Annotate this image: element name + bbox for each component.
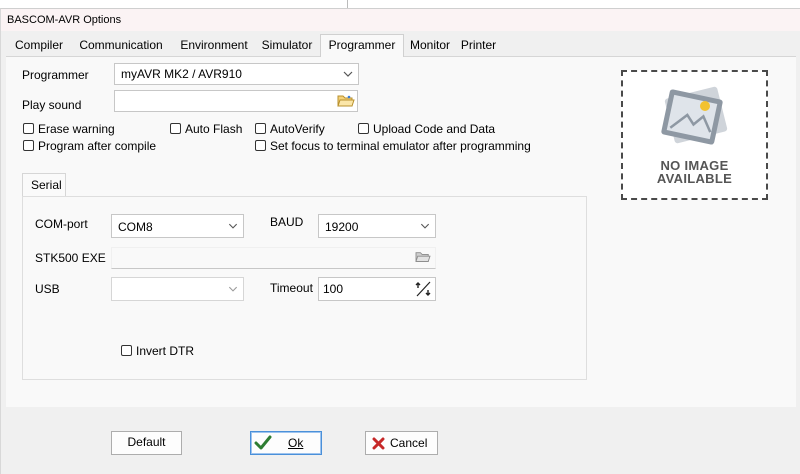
- erase-warning-label: Erase warning: [38, 122, 115, 136]
- com-port-value: COM8: [118, 220, 153, 234]
- no-image-line2: AVAILABLE: [656, 171, 733, 186]
- programmer-select-value: myAVR MK2 / AVR910: [121, 67, 242, 81]
- baud-label: BAUD: [270, 215, 304, 229]
- play-sound-label: Play sound: [22, 98, 82, 112]
- timeout-value: 100: [323, 282, 344, 296]
- usb-select[interactable]: [111, 277, 244, 301]
- browse-folder-button[interactable]: [337, 93, 355, 109]
- com-port-select[interactable]: COM8: [111, 214, 244, 238]
- checkbox-box: [358, 123, 369, 134]
- chevron-down-icon: [228, 223, 238, 229]
- checkbox-box: [255, 123, 266, 134]
- checkbox-box: [121, 345, 132, 356]
- upload-code-label: Upload Code and Data: [373, 122, 496, 136]
- folder-open-icon: [415, 252, 431, 262]
- spin-arrows-icon: [415, 281, 431, 297]
- tab-communication[interactable]: Communication: [71, 36, 171, 56]
- tab-compiler[interactable]: Compiler: [9, 36, 69, 56]
- tab-monitor[interactable]: Monitor: [404, 36, 456, 56]
- auto-verify-label: AutoVerify: [270, 122, 325, 136]
- programmer-select[interactable]: myAVR MK2 / AVR910: [114, 63, 359, 85]
- com-port-label: COM-port: [35, 217, 88, 231]
- default-button[interactable]: Default: [111, 431, 182, 455]
- background-divider: [347, 0, 348, 8]
- cancel-button[interactable]: Cancel: [365, 431, 438, 455]
- programmer-label: Programmer: [22, 68, 89, 82]
- invert-dtr-label: Invert DTR: [136, 344, 195, 358]
- default-button-label: Default: [127, 435, 166, 449]
- tab-environment[interactable]: Environment: [172, 36, 256, 56]
- timeout-label: Timeout: [270, 281, 313, 295]
- folder-open-icon: [337, 95, 355, 107]
- stk500-browse-button[interactable]: [415, 250, 431, 264]
- checkmark-icon: [254, 435, 272, 450]
- options-dialog: BASCOM-AVR Options Compiler Communicatio…: [0, 8, 800, 474]
- window-title: BASCOM-AVR Options: [7, 14, 122, 26]
- stk500-exe-label: STK500 EXE: [35, 251, 106, 265]
- timeout-spin-button[interactable]: [414, 280, 433, 298]
- cancel-button-label: Cancel: [390, 436, 428, 450]
- checkbox-box: [255, 140, 266, 151]
- play-sound-input[interactable]: [114, 90, 358, 112]
- checkbox-box: [23, 123, 34, 134]
- auto-flash-label: Auto Flash: [185, 122, 243, 136]
- usb-label: USB: [35, 282, 60, 296]
- chevron-down-icon: [343, 71, 353, 77]
- tab-serial[interactable]: Serial: [22, 173, 66, 197]
- program-after-compile-label: Program after compile: [38, 139, 157, 153]
- chevron-down-icon: [228, 286, 238, 292]
- no-image-placeholder: NO IMAGE AVAILABLE: [621, 70, 768, 200]
- chevron-down-icon: [420, 223, 430, 229]
- title-bar: BASCOM-AVR Options: [1, 9, 800, 31]
- set-focus-label: Set focus to terminal emulator after pro…: [270, 139, 531, 153]
- baud-select[interactable]: 19200: [318, 214, 436, 238]
- ok-button[interactable]: Ok: [250, 431, 322, 455]
- checkbox-box: [23, 140, 34, 151]
- tab-printer[interactable]: Printer: [456, 36, 501, 56]
- tab-programmer[interactable]: Programmer: [320, 34, 404, 57]
- stk500-exe-input[interactable]: [111, 247, 436, 269]
- baud-value: 19200: [325, 220, 359, 234]
- cancel-x-icon: [372, 437, 385, 450]
- checkbox-box: [170, 123, 181, 134]
- ok-button-label: Ok: [288, 436, 304, 450]
- image-placeholder-icon: [661, 86, 728, 145]
- tab-simulator[interactable]: Simulator: [256, 36, 318, 56]
